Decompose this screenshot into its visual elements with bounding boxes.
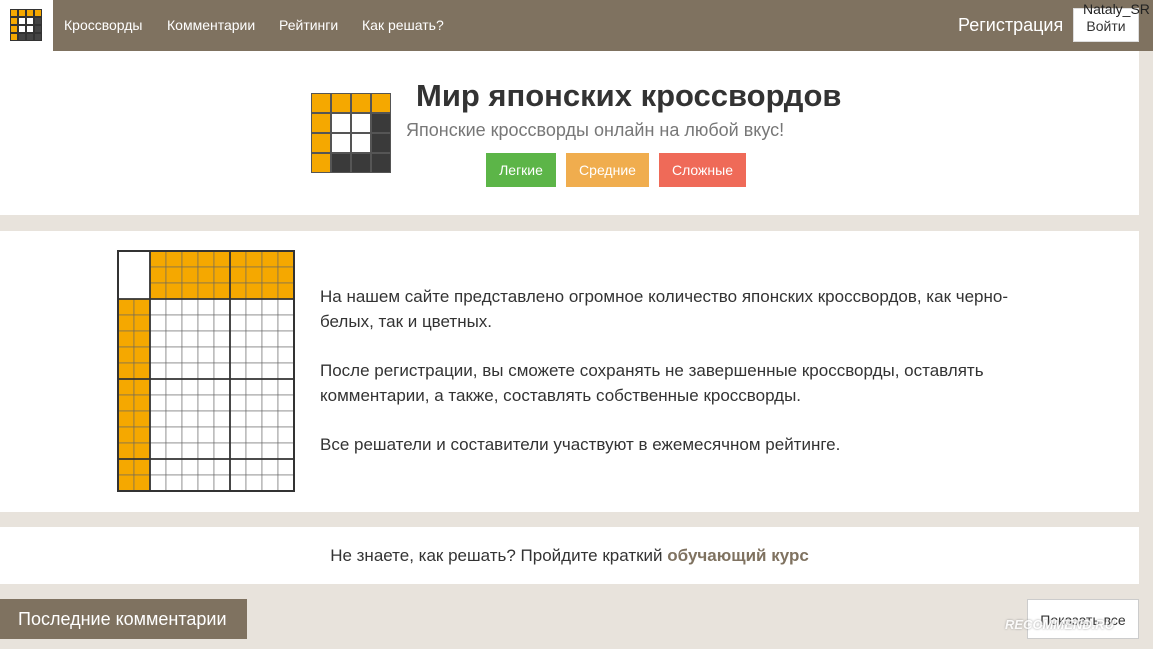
username-label: Nataly_SR: [1083, 1, 1150, 17]
page-subtitle: Японские кроссворды онлайн на любой вкус…: [406, 120, 785, 140]
course-text: Не знаете, как решать? Пройдите краткий: [330, 546, 663, 565]
course-link[interactable]: обучающий курс: [667, 546, 809, 565]
nav-ratings[interactable]: Рейтинги: [279, 0, 338, 51]
about-paragraph: После регистрации, вы сможете сохранять …: [320, 361, 984, 405]
about-paragraph: Все решатели и составители участвуют в е…: [320, 435, 841, 454]
page-title: Мир японских кроссвордов: [416, 78, 842, 113]
hero-section: Мир японских кроссвордов Японские кроссв…: [0, 51, 1139, 215]
nav-comments[interactable]: Комментарии: [167, 0, 255, 51]
nav-how-to-solve[interactable]: Как решать?: [362, 0, 444, 51]
latest-comments-heading: Последние комментарии: [0, 599, 247, 639]
crossword-grid-illustration: [117, 250, 295, 492]
hero-crossword-icon: [311, 93, 391, 173]
about-paragraph: На нашем сайте представлено огромное кол…: [320, 287, 1008, 331]
nav-crosswords[interactable]: Кроссворды: [64, 0, 143, 51]
about-section: На нашем сайте представлено огромное кол…: [0, 231, 1139, 512]
crossword-logo-icon: [10, 9, 42, 41]
top-navbar: Кроссворды Комментарии Рейтинги Как реша…: [0, 0, 1153, 51]
hard-button[interactable]: Сложные: [659, 153, 746, 187]
site-logo-link[interactable]: [0, 0, 53, 51]
medium-button[interactable]: Средние: [566, 153, 649, 187]
register-link[interactable]: Регистрация: [958, 0, 1063, 51]
watermark: RECOMMEND.RU: [1005, 617, 1115, 632]
course-banner: Не знаете, как решать? Пройдите краткий …: [0, 527, 1139, 584]
about-text: На нашем сайте представлено огромное кол…: [320, 284, 1020, 481]
easy-button[interactable]: Легкие: [486, 153, 556, 187]
